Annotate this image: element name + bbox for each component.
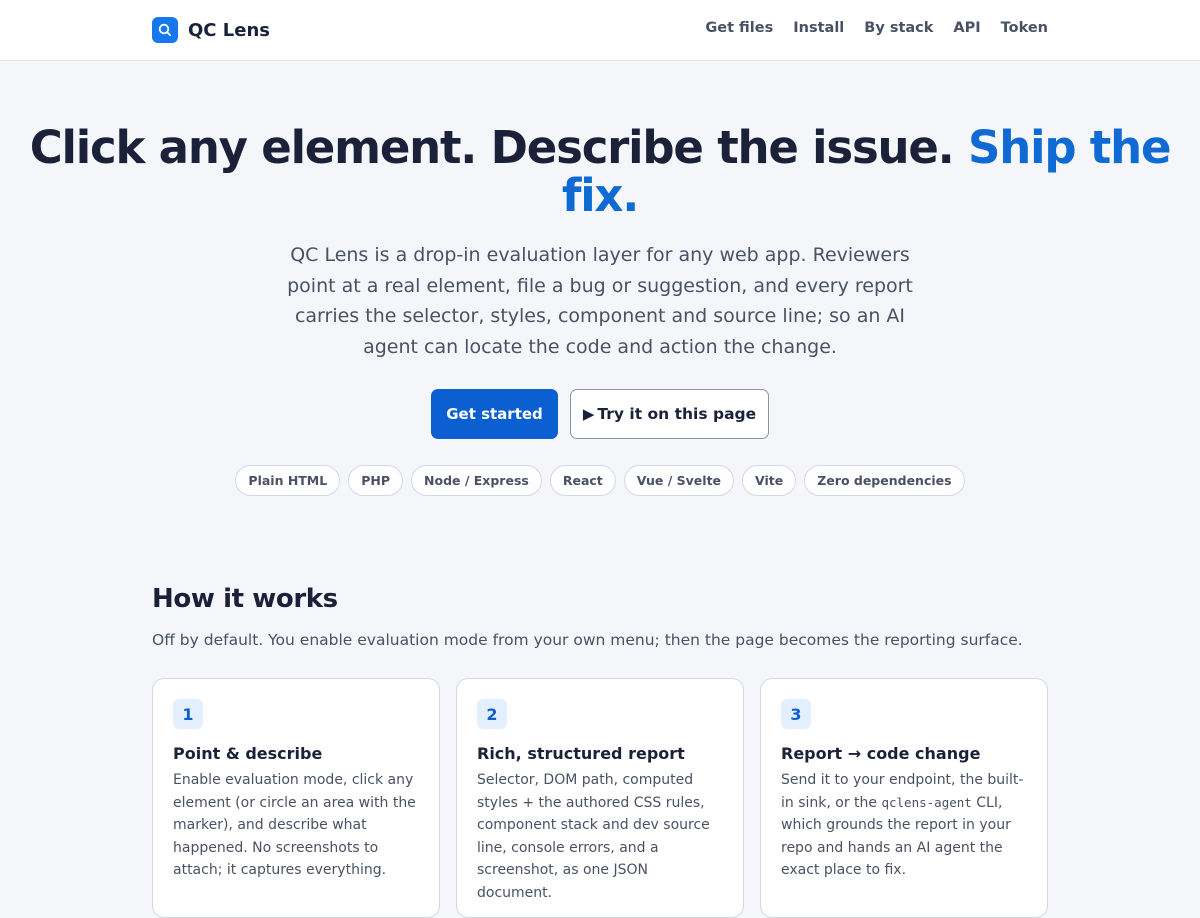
step-title: Point & describe (173, 744, 323, 763)
hero-title-main: Click any element. Describe the issue. (29, 121, 955, 174)
step-card-2: 2 Rich, structured report Selector, DOM … (456, 678, 744, 918)
brand-name: QC Lens (188, 19, 270, 41)
nav-link-api[interactable]: API (953, 20, 980, 36)
step-card-3: 3 Report → code change Send it to your e… (760, 678, 1048, 918)
step-number: 1 (173, 699, 203, 729)
how-it-works-subtitle: Off by default. You enable evaluation mo… (152, 631, 1023, 649)
search-icon (152, 17, 178, 43)
top-navbar: QC Lens Get files Install By stack API T… (0, 0, 1200, 61)
chip-vite: Vite (742, 465, 797, 496)
cli-name: qclens-agent (881, 794, 972, 810)
chip-vue-svelte: Vue / Svelte (623, 465, 735, 496)
step-number: 2 (477, 699, 507, 729)
nav-link-install[interactable]: Install (793, 20, 844, 36)
step-body: Selector, DOM path, computed styles + th… (477, 772, 710, 901)
step-number: 3 (781, 699, 811, 729)
step-card-1: 1 Point & describe Enable evaluation mod… (152, 678, 440, 918)
step-body: Send it to your endpoint, the built-in s… (781, 769, 1027, 882)
hero-title: Click any element. Describe the issue. S… (0, 124, 1200, 220)
brand[interactable]: QC Lens (152, 17, 270, 43)
chip-react: React (549, 465, 616, 496)
step-body: Enable evaluation mode, click any elemen… (173, 772, 416, 878)
chip-plain-html: Plain HTML (235, 465, 341, 496)
step-title: Report → code change (781, 744, 981, 763)
cta-row: Get started ▶ Try it on this page (0, 389, 1200, 439)
main-nav: Get files Install By stack API Token (705, 20, 1048, 36)
play-icon: ▶ (582, 405, 595, 423)
hero-subtitle: QC Lens is a drop-in evaluation layer fo… (287, 244, 913, 358)
chip-php: PHP (348, 465, 404, 496)
get-started-button[interactable]: Get started (431, 389, 558, 439)
nav-link-by-stack[interactable]: By stack (864, 20, 933, 36)
try-it-button[interactable]: ▶ Try it on this page (570, 389, 769, 439)
how-it-works-title: How it works (152, 584, 338, 614)
step-title: Rich, structured report (477, 744, 685, 763)
try-it-label: Try it on this page (597, 405, 757, 423)
nav-link-get-files[interactable]: Get files (705, 20, 773, 36)
chip-node-express: Node / Express (411, 465, 542, 496)
chip-zero-dependencies: Zero dependencies (804, 465, 965, 496)
nav-link-token[interactable]: Token (1001, 20, 1048, 36)
stack-chips: Plain HTML PHP Node / Express React Vue … (0, 465, 1200, 496)
